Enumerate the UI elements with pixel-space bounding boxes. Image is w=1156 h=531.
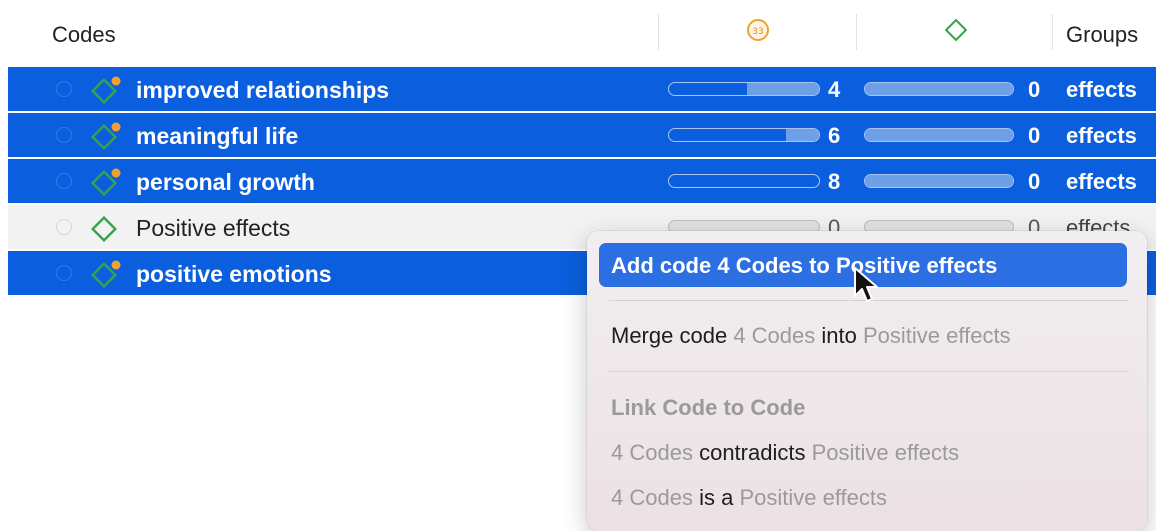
menu-item-is-a[interactable]: 4 Codes is a Positive effects bbox=[599, 475, 1127, 519]
code-diamond-with-dot-icon bbox=[90, 119, 124, 156]
groundedness-bar bbox=[668, 128, 820, 142]
groups-column-header[interactable]: Groups bbox=[1066, 22, 1138, 48]
relation-target: Positive effects bbox=[811, 440, 960, 465]
relation-name: is a bbox=[699, 485, 734, 510]
groundedness-bar-fill bbox=[747, 83, 819, 95]
row-select-radio[interactable] bbox=[56, 173, 72, 189]
column-separator[interactable] bbox=[658, 14, 659, 50]
groundedness-count: 8 bbox=[828, 169, 841, 194]
code-group: effects bbox=[1066, 77, 1137, 102]
table-row[interactable]: personal growth 8 0 effects bbox=[8, 159, 1156, 203]
table-row[interactable]: meaningful life 6 0 effects bbox=[8, 113, 1156, 157]
column-separator[interactable] bbox=[856, 14, 857, 50]
groundedness-bar bbox=[668, 82, 820, 96]
merge-codes: 4 Codes bbox=[733, 323, 816, 348]
density-count: 0 bbox=[1028, 169, 1041, 194]
add-prefix: Add code bbox=[611, 253, 712, 278]
groundedness-bar bbox=[668, 174, 820, 188]
quote-count-icon[interactable]: 33 bbox=[746, 18, 770, 47]
groundedness-count: 6 bbox=[828, 123, 841, 148]
relation-name: contradicts bbox=[699, 440, 806, 465]
code-label: personal growth bbox=[136, 169, 315, 195]
row-select-radio[interactable] bbox=[56, 219, 72, 235]
column-separator[interactable] bbox=[1052, 14, 1053, 50]
merge-connector: into bbox=[821, 323, 857, 348]
code-group: effects bbox=[1066, 169, 1137, 194]
code-label: positive emotions bbox=[136, 261, 332, 287]
groundedness-count: 4 bbox=[828, 77, 841, 102]
menu-item-contradicts[interactable]: 4 Codes contradicts Positive effects bbox=[599, 430, 1127, 474]
link-section-title: Link Code to Code bbox=[611, 395, 806, 420]
row-select-radio[interactable] bbox=[56, 127, 72, 143]
groundedness-bar-fill bbox=[786, 129, 819, 141]
merge-target: Positive effects bbox=[863, 323, 1011, 348]
code-group: effects bbox=[1066, 123, 1137, 148]
code-label: meaningful life bbox=[136, 123, 299, 149]
merge-prefix: Merge code bbox=[611, 323, 728, 348]
code-label: Positive effects bbox=[136, 215, 291, 241]
relation-codes: 4 Codes bbox=[611, 440, 693, 465]
menu-item-merge-code[interactable]: Merge code 4 Codes into Positive effects bbox=[599, 313, 1127, 357]
mouse-pointer-icon bbox=[852, 266, 880, 309]
code-diamond-with-dot-icon bbox=[90, 257, 124, 294]
menu-divider bbox=[609, 371, 1129, 372]
add-codes: 4 Codes bbox=[717, 253, 803, 278]
code-link-diamond-icon[interactable] bbox=[944, 18, 968, 47]
code-diamond-with-dot-icon bbox=[90, 165, 124, 202]
density-bar-fill bbox=[865, 83, 1013, 95]
table-header: Codes 33 Groups bbox=[0, 0, 1156, 66]
density-bar-fill bbox=[865, 129, 1013, 141]
svg-text:33: 33 bbox=[752, 27, 763, 37]
row-select-radio[interactable] bbox=[56, 81, 72, 97]
codes-column-header[interactable]: Codes bbox=[52, 22, 116, 48]
density-bar-fill bbox=[865, 175, 1013, 187]
density-count: 0 bbox=[1028, 77, 1041, 102]
add-connector: to bbox=[809, 253, 830, 278]
menu-section-link-code: Link Code to Code bbox=[599, 385, 1127, 429]
table-row[interactable]: improved relationships 4 0 effects bbox=[8, 67, 1156, 111]
code-diamond-with-dot-icon bbox=[90, 73, 124, 110]
relation-codes: 4 Codes bbox=[611, 485, 693, 510]
code-diamond-icon bbox=[90, 211, 124, 248]
relation-target: Positive effects bbox=[739, 485, 888, 510]
density-bar bbox=[864, 128, 1014, 142]
density-bar bbox=[864, 174, 1014, 188]
code-label: improved relationships bbox=[136, 77, 390, 103]
density-count: 0 bbox=[1028, 123, 1041, 148]
row-select-radio[interactable] bbox=[56, 265, 72, 281]
density-bar bbox=[864, 82, 1014, 96]
